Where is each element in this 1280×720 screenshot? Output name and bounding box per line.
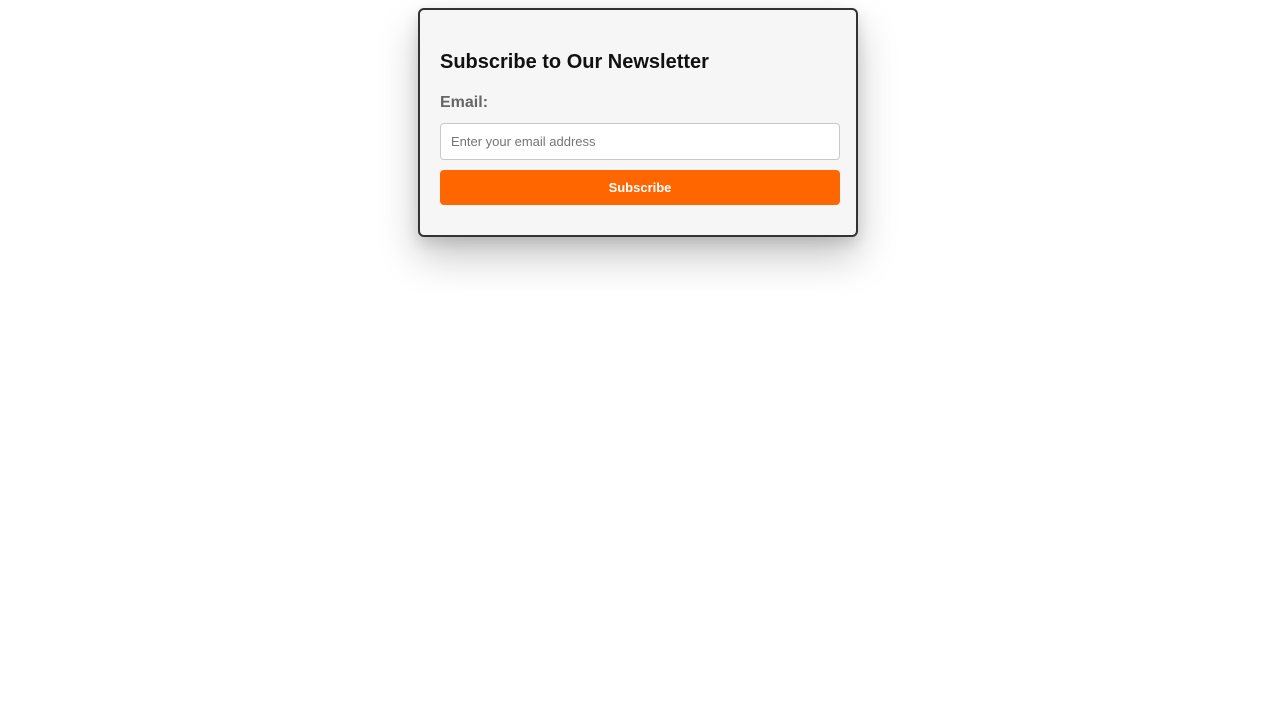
- email-input[interactable]: [440, 123, 840, 160]
- newsletter-title: Subscribe to Our Newsletter: [440, 51, 709, 73]
- email-label: Email:: [440, 94, 489, 111]
- newsletter-card: Subscribe to Our Newsletter Email: Subsc…: [418, 8, 858, 237]
- subscribe-button[interactable]: Subscribe: [440, 170, 840, 205]
